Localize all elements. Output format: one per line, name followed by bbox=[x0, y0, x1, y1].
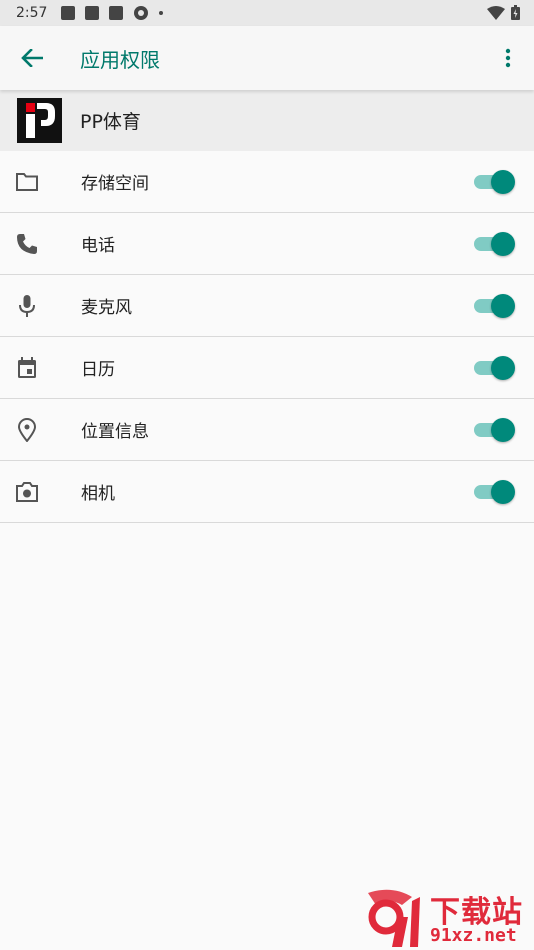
system-icons bbox=[487, 5, 520, 20]
mic-icon bbox=[0, 294, 54, 318]
toggle-knob bbox=[491, 169, 515, 194]
toggle-knob bbox=[491, 417, 515, 442]
status-time: 2:57 bbox=[16, 5, 48, 21]
notification-icon bbox=[109, 6, 124, 20]
permission-label: 麦克风 bbox=[81, 298, 132, 318]
battery-icon bbox=[511, 5, 520, 20]
permission-toggle[interactable] bbox=[474, 231, 515, 256]
permission-toggle[interactable] bbox=[474, 355, 515, 380]
permission-row-camera[interactable]: 相机 bbox=[0, 461, 534, 523]
folder-icon bbox=[0, 172, 54, 192]
location-icon bbox=[0, 417, 54, 442]
notification-icon bbox=[85, 6, 100, 20]
permission-toggle[interactable] bbox=[474, 293, 515, 318]
calendar-icon bbox=[0, 356, 54, 379]
more-options-button[interactable] bbox=[492, 42, 524, 74]
permission-label: 日历 bbox=[81, 360, 115, 380]
permission-toggle[interactable] bbox=[474, 169, 515, 194]
page-title: 应用权限 bbox=[80, 47, 160, 72]
status-bar: 2:57 bbox=[0, 0, 534, 26]
aperture-icon bbox=[134, 6, 149, 20]
watermark-url: 91xz.net bbox=[430, 925, 517, 946]
arrow-back-icon bbox=[21, 49, 43, 67]
permission-toggle[interactable] bbox=[474, 479, 515, 504]
permission-label: 存储空间 bbox=[81, 174, 149, 194]
phone-icon bbox=[0, 233, 54, 255]
permission-row-microphone[interactable]: 麦克风 bbox=[0, 275, 534, 337]
camera-icon bbox=[0, 481, 54, 502]
permission-row-storage[interactable]: 存储空间 bbox=[0, 151, 534, 213]
toggle-knob bbox=[491, 355, 515, 380]
more-vert-icon bbox=[505, 48, 511, 68]
permission-row-calendar[interactable]: 日历 bbox=[0, 337, 534, 399]
toggle-knob bbox=[491, 231, 515, 256]
permission-toggle[interactable] bbox=[474, 417, 515, 442]
permission-label: 相机 bbox=[81, 484, 115, 504]
app-bar: 应用权限 bbox=[0, 26, 534, 90]
permission-row-phone[interactable]: 电话 bbox=[0, 213, 534, 275]
app-info-row: PP体育 bbox=[0, 90, 534, 151]
permission-label: 位置信息 bbox=[81, 422, 149, 442]
permission-row-location[interactable]: 位置信息 bbox=[0, 399, 534, 461]
permission-list: 存储空间 电话 麦克风 日历 位置信息 相机 bbox=[0, 151, 534, 523]
back-button[interactable] bbox=[0, 26, 64, 90]
notification-icons bbox=[61, 5, 164, 21]
watermark-logo bbox=[368, 889, 420, 947]
app-name: PP体育 bbox=[80, 111, 141, 133]
more-notifications-icon bbox=[159, 11, 164, 15]
watermark: 下载站 91xz.net bbox=[362, 887, 534, 950]
toggle-knob bbox=[491, 293, 515, 318]
permission-label: 电话 bbox=[81, 236, 115, 256]
wifi-icon bbox=[487, 5, 505, 20]
toggle-knob bbox=[491, 479, 515, 504]
notification-icon bbox=[61, 6, 76, 20]
app-logo bbox=[17, 98, 62, 143]
